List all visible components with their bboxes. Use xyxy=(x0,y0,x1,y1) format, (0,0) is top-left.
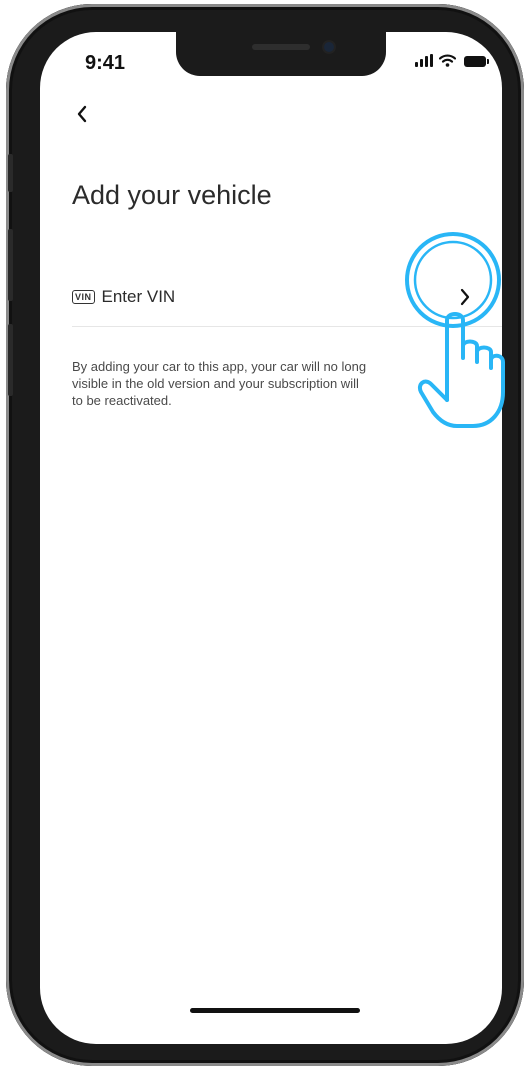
phone-frame: 9:41 Add your vehicle VIN Enter VIN By a… xyxy=(6,4,524,1066)
row-divider xyxy=(72,326,502,327)
front-camera xyxy=(324,42,334,52)
chevron-right-icon xyxy=(455,283,475,311)
cellular-signal-icon xyxy=(415,54,433,67)
enter-vin-label: Enter VIN xyxy=(101,287,176,306)
wifi-icon xyxy=(439,54,456,67)
phone-screen: 9:41 Add your vehicle VIN Enter VIN By a… xyxy=(40,32,502,1044)
back-button[interactable] xyxy=(68,100,96,128)
vin-badge-icon: VIN xyxy=(72,290,95,304)
mute-switch xyxy=(8,154,13,192)
volume-up-button xyxy=(8,229,13,301)
speaker-grille xyxy=(252,44,310,50)
battery-icon xyxy=(464,56,489,67)
volume-down-button xyxy=(8,324,13,396)
status-time: 9:41 xyxy=(85,52,126,74)
info-text: By adding your car to this app, your car… xyxy=(72,359,367,408)
status-icons xyxy=(415,54,489,67)
enter-vin-row[interactable]: VIN Enter VIN xyxy=(72,268,502,326)
home-indicator[interactable] xyxy=(190,1008,360,1013)
chevron-left-icon xyxy=(77,105,87,123)
page-title: Add your vehicle xyxy=(72,180,272,210)
notch xyxy=(176,32,386,76)
